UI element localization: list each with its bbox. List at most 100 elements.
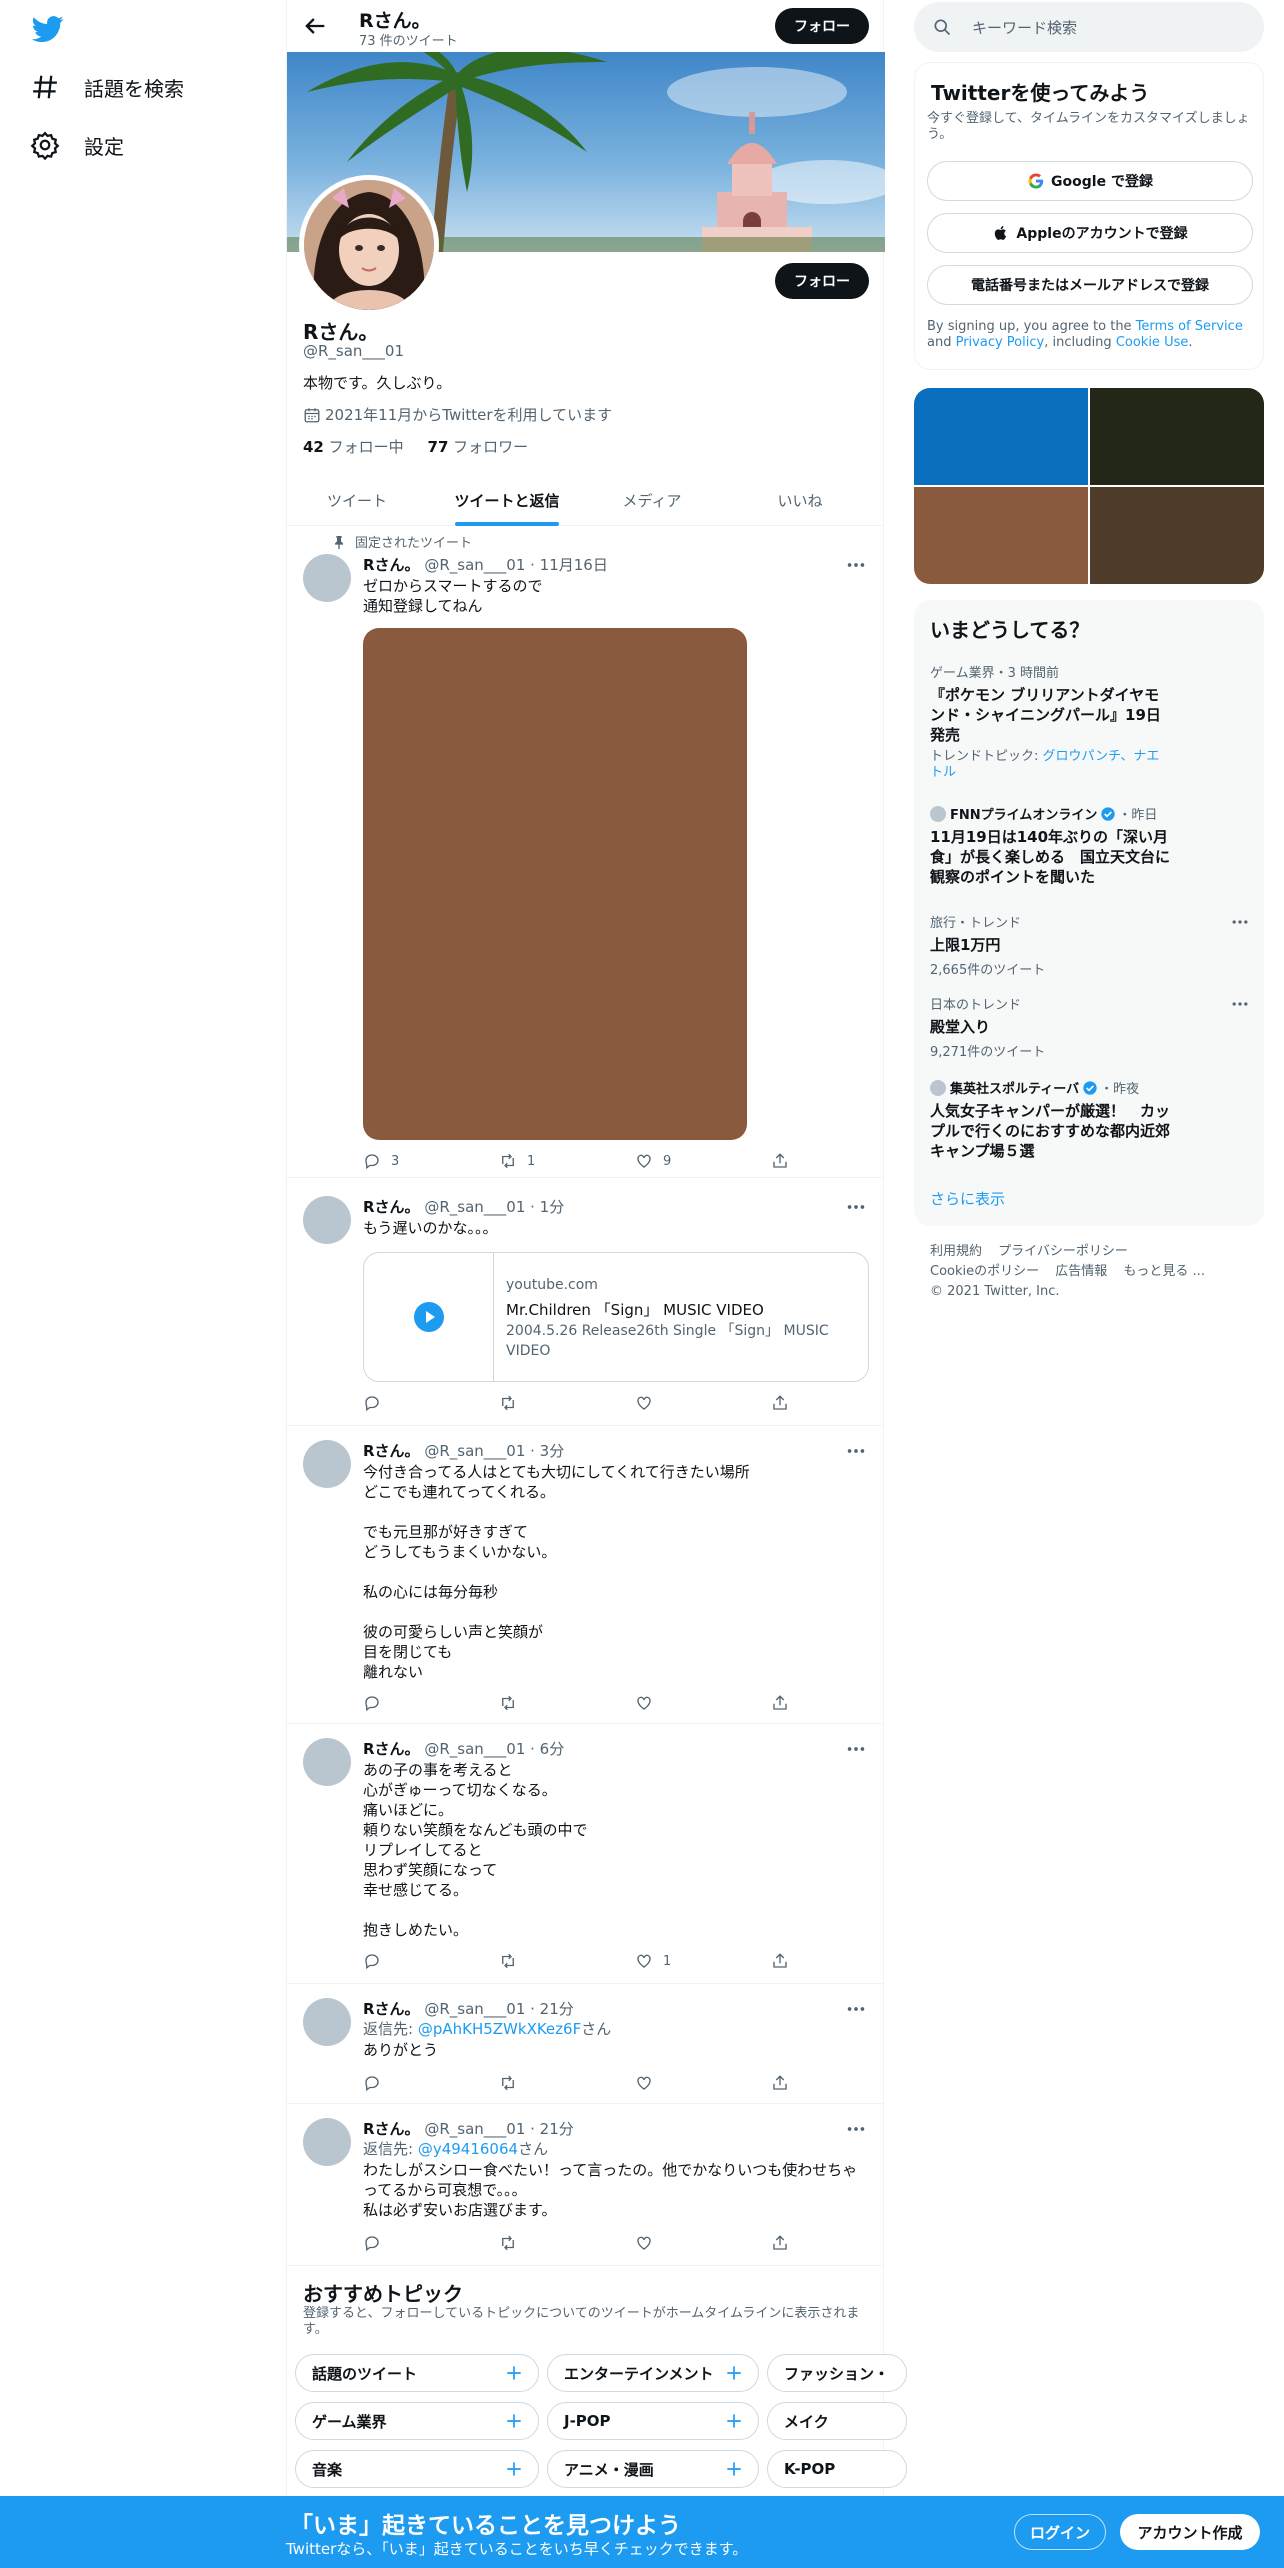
- more-icon[interactable]: [845, 1738, 867, 1760]
- like-button[interactable]: [635, 2232, 663, 2254]
- more-icon[interactable]: [845, 554, 867, 576]
- apple-signup-button[interactable]: Appleのアカウントで登録: [927, 213, 1253, 253]
- reply-button[interactable]: [363, 2232, 391, 2254]
- like-button[interactable]: [635, 1692, 663, 1714]
- profile-follow-button[interactable]: フォロー: [775, 263, 869, 299]
- trend-item[interactable]: FNNプライムオンライン ・昨日 11月19日は140年ぶりの「深い月食」が長く楽…: [930, 804, 1250, 887]
- topic-chip[interactable]: メイク: [767, 2402, 907, 2440]
- footer-link[interactable]: プライバシーポリシー: [998, 1244, 1128, 1259]
- reply-button[interactable]: [363, 2072, 391, 2094]
- topic-chip[interactable]: エンターテインメント: [547, 2354, 759, 2392]
- privacy-link[interactable]: Privacy Policy: [956, 335, 1045, 350]
- tweet-media[interactable]: [363, 628, 747, 1140]
- reply-to-link[interactable]: @pAhKH5ZWkXKez6F: [418, 2020, 581, 2038]
- back-arrow-icon[interactable]: [301, 12, 329, 40]
- tweet-author[interactable]: Rさん。: [363, 1198, 420, 1216]
- tab-tweets[interactable]: ツイート: [287, 474, 427, 526]
- share-button[interactable]: [771, 1392, 799, 1414]
- retweet-button[interactable]: [499, 1692, 527, 1714]
- tweet[interactable]: Rさん。 @R_san___01 · 21分 返信先: @y49416064さん…: [287, 2104, 883, 2266]
- reply-button[interactable]: [363, 1950, 391, 1972]
- like-button[interactable]: 1: [635, 1950, 671, 1972]
- reply-button[interactable]: [363, 1392, 391, 1414]
- like-button[interactable]: [635, 1392, 663, 1414]
- trend-item[interactable]: 旅行・トレンド 上限1万円 2,665件のツイート: [930, 912, 1250, 978]
- followers-link[interactable]: 77 フォロワー: [428, 438, 529, 456]
- more-icon[interactable]: [845, 1998, 867, 2020]
- tweet-avatar[interactable]: [303, 1196, 351, 1244]
- search-input[interactable]: キーワード検索: [914, 2, 1264, 52]
- trend-item[interactable]: ゲーム業界・3 時間前 『ポケモン ブリリアントダイヤモンド・シャイニングパール…: [930, 662, 1250, 781]
- share-button[interactable]: [771, 1950, 799, 1972]
- media-grid-item[interactable]: [914, 388, 1088, 485]
- tweet-author[interactable]: Rさん。: [363, 2120, 420, 2138]
- profile-joined-text: 2021年11月からTwitterを利用しています: [325, 406, 613, 424]
- tweet-avatar[interactable]: [303, 1998, 351, 2046]
- tweet[interactable]: Rさん。 @R_san___01 · 6分 あの子の事を考えると 心がぎゅーって…: [287, 1724, 883, 1984]
- topic-chip[interactable]: ゲーム業界: [295, 2402, 539, 2440]
- nav-settings[interactable]: 設定: [30, 125, 124, 165]
- retweet-button[interactable]: [499, 1950, 527, 1972]
- media-grid-item[interactable]: [914, 487, 1088, 584]
- tweet-author[interactable]: Rさん。: [363, 556, 420, 574]
- retweet-button[interactable]: [499, 2072, 527, 2094]
- tweet-avatar[interactable]: [303, 554, 351, 602]
- topic-chip[interactable]: ファッション・: [767, 2354, 907, 2392]
- topic-chip[interactable]: J-POP: [547, 2402, 759, 2440]
- reply-to-link[interactable]: @y49416064: [418, 2140, 518, 2158]
- footer-link[interactable]: Cookieのポリシー: [930, 1264, 1039, 1279]
- like-button[interactable]: 9: [635, 1150, 671, 1172]
- nav-explore[interactable]: 話題を検索: [30, 67, 184, 107]
- tab-tweets-replies[interactable]: ツイートと返信: [427, 474, 587, 526]
- media-grid-item[interactable]: [1090, 388, 1264, 485]
- more-icon[interactable]: [845, 1440, 867, 1462]
- reply-button[interactable]: 3: [363, 1150, 399, 1172]
- tweet[interactable]: Rさん。 @R_san___01 · 21分 返信先: @pAhKH5ZWkXK…: [287, 1984, 883, 2104]
- tweet-avatar[interactable]: [303, 1440, 351, 1488]
- retweet-button[interactable]: [499, 1392, 527, 1414]
- reply-button[interactable]: [363, 1692, 391, 1714]
- more-icon[interactable]: [845, 1196, 867, 1218]
- topic-chip[interactable]: 話題のツイート: [295, 2354, 539, 2392]
- more-icon[interactable]: [1230, 912, 1250, 932]
- share-button[interactable]: [771, 2072, 799, 2094]
- twitter-logo-icon[interactable]: [30, 13, 66, 45]
- tweet[interactable]: Rさん。 @R_san___01 · 11月16日 ゼロからスマートするので 通…: [287, 526, 883, 1178]
- retweet-button[interactable]: 1: [499, 1150, 535, 1172]
- tab-likes[interactable]: いいね: [717, 474, 883, 526]
- tab-media[interactable]: メディア: [587, 474, 717, 526]
- like-button[interactable]: [635, 2072, 663, 2094]
- footer-link[interactable]: もっと見る ...: [1123, 1264, 1205, 1279]
- phone-email-signup-button[interactable]: 電話番号またはメールアドレスで登録: [927, 265, 1253, 305]
- profile-avatar[interactable]: [299, 175, 439, 315]
- retweet-button[interactable]: [499, 2232, 527, 2254]
- topbar-follow-button[interactable]: フォロー: [775, 8, 869, 44]
- topic-chip[interactable]: K-POP: [767, 2450, 907, 2488]
- trend-item[interactable]: 日本のトレンド 殿堂入り 9,271件のツイート: [930, 994, 1250, 1060]
- share-button[interactable]: [771, 1692, 799, 1714]
- footer-link[interactable]: 利用規約: [930, 1244, 982, 1259]
- tweet-avatar[interactable]: [303, 2118, 351, 2166]
- tweet-author[interactable]: Rさん。: [363, 1740, 420, 1758]
- link-card[interactable]: youtube.com Mr.Children 「Sign」 MUSIC VID…: [363, 1252, 869, 1382]
- tweet[interactable]: Rさん。 @R_san___01 · 3分 今付き合ってる人はとても大切にしてく…: [287, 1426, 883, 1724]
- share-button[interactable]: [771, 1150, 799, 1172]
- more-icon[interactable]: [1230, 994, 1250, 1014]
- cookie-link[interactable]: Cookie Use: [1116, 335, 1189, 350]
- more-icon[interactable]: [845, 2118, 867, 2140]
- topic-chip[interactable]: 音楽: [295, 2450, 539, 2488]
- media-grid-item[interactable]: [1090, 487, 1264, 584]
- following-link[interactable]: 42 フォロー中: [303, 438, 404, 456]
- topic-chip[interactable]: アニメ・漫画: [547, 2450, 759, 2488]
- terms-link[interactable]: Terms of Service: [1136, 319, 1243, 334]
- signup-button[interactable]: アカウント作成: [1120, 2514, 1260, 2550]
- footer-link[interactable]: 広告情報: [1055, 1264, 1107, 1279]
- show-more-link[interactable]: さらに表示: [930, 1188, 1005, 1209]
- trend-item[interactable]: 集英社スポルティーバ ・昨夜 人気女子キャンパーが厳選！ カップルで行くのにおすす…: [930, 1078, 1250, 1161]
- login-button[interactable]: ログイン: [1014, 2514, 1106, 2550]
- tweet-avatar[interactable]: [303, 1738, 351, 1786]
- google-signup-button[interactable]: Google で登録: [927, 161, 1253, 201]
- tweet-author[interactable]: Rさん。: [363, 1442, 420, 1460]
- share-button[interactable]: [771, 2232, 799, 2254]
- tweet-author[interactable]: Rさん。: [363, 2000, 420, 2018]
